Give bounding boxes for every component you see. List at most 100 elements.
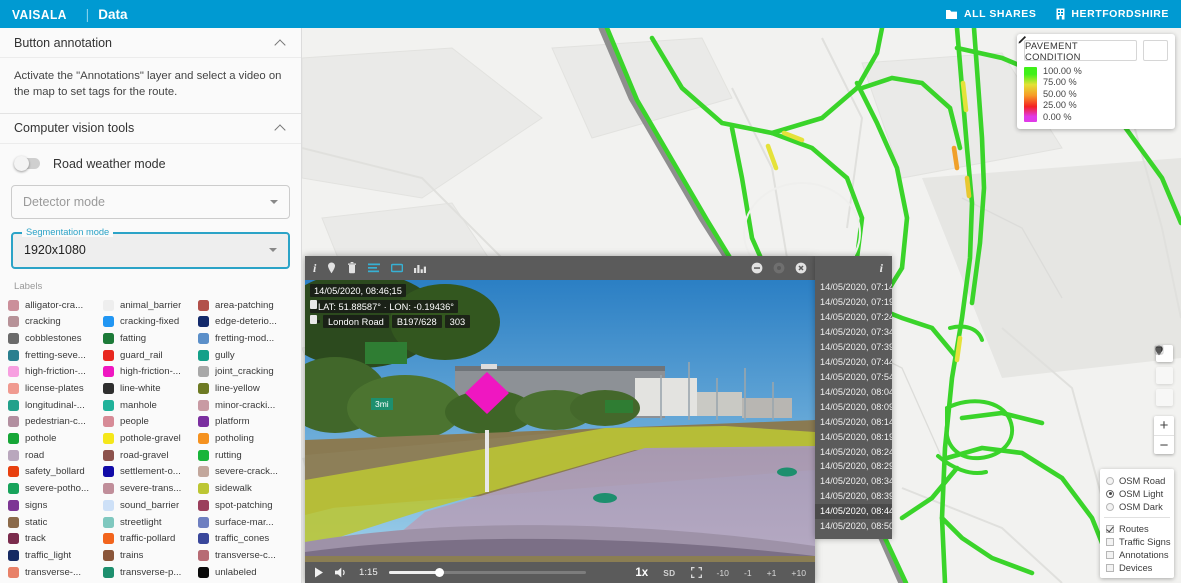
overlay-option-devices[interactable]: Devices xyxy=(1100,561,1174,574)
radio-button[interactable] xyxy=(1106,502,1114,511)
edit-legend-button[interactable] xyxy=(1018,36,1168,61)
timestamp-item[interactable]: 14/05/2020, 07:39 xyxy=(815,340,892,355)
label-item[interactable]: traffic_light xyxy=(8,547,103,564)
label-item[interactable]: settlement-o... xyxy=(103,464,198,481)
label-item[interactable]: fatting xyxy=(103,330,198,347)
timestamp-item[interactable]: 14/05/2020, 08:50 xyxy=(815,519,892,534)
label-item[interactable]: track xyxy=(8,530,103,547)
zoom-out-button[interactable]: − xyxy=(1154,435,1174,454)
timestamp-item[interactable]: 14/05/2020, 08:14 xyxy=(815,414,892,429)
label-item[interactable]: road-gravel xyxy=(103,447,198,464)
label-item[interactable]: manhole xyxy=(103,397,198,414)
label-item[interactable]: road xyxy=(8,447,103,464)
timestamp-item[interactable]: 14/05/2020, 08:34 xyxy=(815,474,892,489)
label-item[interactable]: fretting-seve... xyxy=(8,347,103,364)
volume-icon[interactable] xyxy=(335,567,348,578)
play-button[interactable] xyxy=(314,567,324,578)
label-item[interactable]: pothole-gravel xyxy=(103,430,198,447)
label-item[interactable]: streetlight xyxy=(103,514,198,531)
minimize-button[interactable] xyxy=(751,262,763,274)
label-item[interactable]: fretting-mod... xyxy=(198,330,293,347)
timestamp-item[interactable]: 14/05/2020, 08:29 xyxy=(815,459,892,474)
crop-icon[interactable] xyxy=(391,263,404,273)
label-item[interactable]: pedestrian-c... xyxy=(8,414,103,431)
region-button[interactable]: HERTFORDSHIRE xyxy=(1056,8,1169,20)
delete-button[interactable] xyxy=(1154,346,1173,406)
label-item[interactable]: platform xyxy=(198,414,293,431)
timestamp-item[interactable]: 14/05/2020, 07:34 xyxy=(815,325,892,340)
skip-forward-1-button[interactable]: +1 xyxy=(767,568,777,578)
label-item[interactable]: traffic-pollard xyxy=(103,530,198,547)
timestamp-list[interactable]: 14/05/2020, 07:14 14/05/2020, 07:19 14/05/… xyxy=(815,280,892,534)
timestamp-item[interactable]: 14/05/2020, 07:24 xyxy=(815,310,892,325)
skip-back-1-button[interactable]: -1 xyxy=(744,568,752,578)
label-item[interactable]: line-yellow xyxy=(198,380,293,397)
label-item[interactable]: safety_bollard xyxy=(8,464,103,481)
label-item[interactable]: severe-trans... xyxy=(103,480,198,497)
label-item[interactable]: guard_rail xyxy=(103,347,198,364)
skip-forward-10-button[interactable]: +10 xyxy=(791,568,806,578)
overlay-option-routes[interactable]: Routes xyxy=(1100,522,1174,535)
overlay-option-annotations[interactable]: Annotations xyxy=(1100,548,1174,561)
label-item[interactable]: gully xyxy=(198,347,293,364)
label-item[interactable]: spot-patching xyxy=(198,497,293,514)
list-icon[interactable] xyxy=(368,263,381,273)
tag-icon[interactable] xyxy=(327,262,336,274)
seek-handle[interactable] xyxy=(434,568,444,577)
label-item[interactable]: joint_cracking xyxy=(198,364,293,381)
timestamp-item[interactable]: 14/05/2020, 08:04 xyxy=(815,384,892,399)
radio-button[interactable] xyxy=(1106,476,1114,485)
button-annotation-header[interactable]: Button annotation xyxy=(0,28,301,58)
basemap-option-osm-light[interactable]: OSM Light xyxy=(1100,487,1174,500)
label-item[interactable]: static xyxy=(8,514,103,531)
detector-mode-select[interactable]: Detector mode xyxy=(11,184,290,219)
label-item[interactable]: alligator-cra... xyxy=(8,297,103,314)
checkbox[interactable] xyxy=(1106,550,1114,559)
zoom-in-button[interactable]: + xyxy=(1154,416,1174,435)
quality-button[interactable]: SD xyxy=(663,568,675,578)
playback-speed-button[interactable]: 1x xyxy=(635,567,648,579)
road-weather-mode-toggle[interactable] xyxy=(14,156,40,172)
radio-button[interactable] xyxy=(1106,489,1114,498)
checkbox[interactable] xyxy=(1106,537,1114,546)
label-item[interactable]: potholing xyxy=(198,430,293,447)
label-item[interactable]: severe-crack... xyxy=(198,464,293,481)
road-weather-mode-row[interactable]: Road weather mode xyxy=(0,144,301,181)
skip-back-10-button[interactable]: -10 xyxy=(717,568,729,578)
video-frame[interactable]: 14/05/2020, 08:46;15 LAT: 51.88587° · LO… xyxy=(305,280,815,562)
fullscreen-button[interactable] xyxy=(690,567,702,578)
label-item[interactable]: transverse-p... xyxy=(103,564,198,581)
label-item[interactable]: area-patching xyxy=(198,297,293,314)
timestamp-item[interactable]: 14/05/2020, 07:19 xyxy=(815,295,892,310)
label-item[interactable]: cracking-fixed xyxy=(103,313,198,330)
label-item[interactable]: unlabeled xyxy=(198,564,293,581)
label-item[interactable]: animal_barrier xyxy=(103,297,198,314)
label-item[interactable]: signs xyxy=(8,497,103,514)
timestamp-item[interactable]: 14/05/2020, 07:14 xyxy=(815,280,892,295)
label-item[interactable]: longitudinal-... xyxy=(8,397,103,414)
pavement-condition-button[interactable]: PAVEMENT CONDITION xyxy=(1024,40,1137,62)
timestamp-item[interactable]: 14/05/2020, 08:09 xyxy=(815,399,892,414)
timestamp-item[interactable]: 14/05/2020, 08:44 xyxy=(815,503,892,519)
label-item[interactable]: sidewalk xyxy=(198,480,293,497)
maximize-button[interactable] xyxy=(773,262,785,274)
basemap-option-osm-dark[interactable]: OSM Dark xyxy=(1100,500,1174,513)
label-item[interactable]: pothole xyxy=(8,430,103,447)
timestamp-item[interactable]: 14/05/2020, 08:19 xyxy=(815,429,892,444)
label-item[interactable]: trains xyxy=(103,547,198,564)
video-seek-bar[interactable] xyxy=(388,568,586,577)
checkbox[interactable] xyxy=(1106,524,1114,533)
label-item[interactable]: license-plates xyxy=(8,380,103,397)
label-item[interactable]: minor-cracki... xyxy=(198,397,293,414)
label-item[interactable]: transverse-... xyxy=(8,564,103,581)
label-item[interactable]: high-friction-... xyxy=(103,364,198,381)
label-item[interactable]: high-friction-... xyxy=(8,364,103,381)
label-item[interactable]: severe-potho... xyxy=(8,480,103,497)
measure-button[interactable] xyxy=(1154,345,1173,384)
segmentation-mode-select[interactable]: Segmentation mode 1920x1080 xyxy=(11,226,290,269)
label-item[interactable]: cracking xyxy=(8,313,103,330)
info-icon[interactable]: i xyxy=(313,261,316,276)
all-shares-button[interactable]: ALL SHARES xyxy=(945,8,1036,20)
label-item[interactable]: rutting xyxy=(198,447,293,464)
label-item[interactable]: cobblestones xyxy=(8,330,103,347)
